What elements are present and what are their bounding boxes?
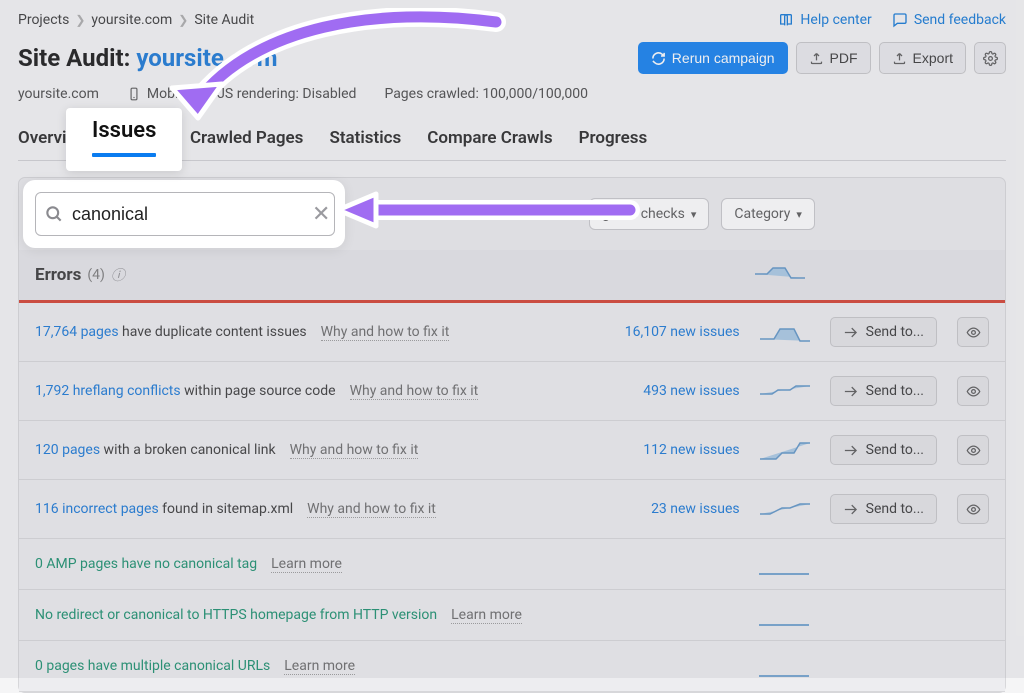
chevron-down-icon: ▾ [796,208,802,221]
title-domain[interactable]: yoursite.com [136,44,277,72]
issue-link[interactable]: 116 incorrect pages [35,501,159,517]
why-fix-link[interactable]: Why and how to fix it [321,324,450,341]
pdf-button[interactable]: PDF [796,42,871,74]
meta-domain: yoursite.com [18,86,99,102]
issue-text: have duplicate content issues [119,324,307,340]
learn-more-link[interactable]: Learn more [271,556,342,573]
upload-icon [809,51,824,66]
errors-section-header: Errors (4) ⓘ [19,250,1005,303]
sparkline-icon [760,498,810,520]
send-feedback-link[interactable]: Send feedback [892,12,1006,28]
info-icon[interactable]: ⓘ [111,265,125,285]
breadcrumb-projects[interactable]: Projects [18,12,69,28]
issue-row: 1,792 hreflang conflicts within page sou… [19,362,1005,421]
issue-row: 120 pages with a broken canonical link Wh… [19,421,1005,480]
tab-crawled-pages[interactable]: Crawled Pages [190,128,304,160]
chat-icon [892,12,908,28]
meta-js: JS rendering: Disabled [217,86,356,102]
sparkline-icon [760,321,810,343]
chevron-down-icon: ▾ [691,208,697,221]
issue-link[interactable]: 0 AMP pages have no canonical tag [35,556,257,572]
sparkline-flat [759,553,809,575]
refresh-icon [651,51,666,66]
send-to-button[interactable]: Send to... [830,376,937,406]
tab-statistics[interactable]: Statistics [329,128,401,160]
sparkline-icon [760,380,810,402]
issue-text: within page source code [181,383,336,399]
send-to-button[interactable]: Send to... [830,494,937,524]
new-issues-count[interactable]: 112 new issues [590,442,740,458]
issue-link[interactable]: No redirect or canonical to HTTPS homepa… [35,607,437,623]
issue-link[interactable]: 17,764 pages [35,324,119,340]
issue-text: found in sitemap.xml [159,501,293,517]
meta-device: Mobile [127,86,189,102]
issue-link[interactable]: 0 pages have multiple canonical URLs [35,658,270,674]
hide-issue-button[interactable] [957,317,989,347]
rerun-campaign-button[interactable]: Rerun campaign [638,42,788,74]
send-to-button[interactable]: Send to... [830,435,937,465]
sparkline-flat [759,604,809,626]
new-issues-count[interactable]: 23 new issues [590,501,740,517]
new-issues-count[interactable]: 16,107 new issues [590,324,740,340]
issues-panel: ✕ gered checks▾ Category▾ Errors (4) ⓘ 1… [18,177,1006,693]
issue-row: No redirect or canonical to HTTPS homepa… [19,590,1005,641]
breadcrumb-tool[interactable]: Site Audit [194,12,254,28]
chevron-right-icon: ❯ [75,13,85,27]
hide-issue-button[interactable] [957,376,989,406]
search-icon [44,204,64,224]
mobile-icon [127,87,141,101]
settings-button[interactable] [974,42,1006,74]
issue-link[interactable]: 120 pages [35,442,100,458]
send-to-button[interactable]: Send to... [830,317,937,347]
sparkline-flat [759,655,809,677]
issue-row: 116 incorrect pages found in sitemap.xml… [19,480,1005,539]
hide-issue-button[interactable] [957,435,989,465]
meta-crawled: Pages crawled: 100,000/100,000 [384,86,588,102]
search-input-wrap[interactable]: ✕ [35,192,335,236]
clear-search-button[interactable]: ✕ [312,202,330,227]
tab-issues[interactable]: Issues [92,118,156,143]
issue-link[interactable]: 1,792 hreflang conflicts [35,383,181,399]
triggered-checks-filter[interactable]: gered checks▾ [589,198,709,230]
upload-icon [892,51,907,66]
why-fix-link[interactable]: Why and how to fix it [350,383,479,400]
issue-text: with a broken canonical link [100,442,276,458]
issue-row: 0 pages have multiple canonical URLs Lear… [19,641,1005,692]
why-fix-link[interactable]: Why and how to fix it [307,501,436,518]
tab-progress[interactable]: Progress [579,128,648,160]
search-input[interactable] [72,204,304,225]
why-fix-link[interactable]: Why and how to fix it [290,442,419,459]
hide-issue-button[interactable] [957,494,989,524]
learn-more-link[interactable]: Learn more [284,658,355,675]
issues-tab-highlight: Issues [66,108,182,171]
book-icon [778,12,794,28]
issue-row: 17,764 pages have duplicate content issu… [19,303,1005,362]
gear-icon [983,51,998,66]
sparkline-icon [755,262,805,284]
category-filter[interactable]: Category▾ [721,198,815,230]
new-issues-count[interactable]: 493 new issues [590,383,740,399]
help-center-link[interactable]: Help center [778,12,871,28]
export-button[interactable]: Export [879,42,966,74]
learn-more-link[interactable]: Learn more [451,607,522,624]
breadcrumb-domain[interactable]: yoursite.com [91,12,172,28]
issue-row: 0 AMP pages have no canonical tag Learn m… [19,539,1005,590]
tab-compare-crawls[interactable]: Compare Crawls [427,128,552,160]
chevron-right-icon: ❯ [178,13,188,27]
sparkline-icon [760,439,810,461]
page-title: Site Audit: yoursite.com [18,44,278,72]
